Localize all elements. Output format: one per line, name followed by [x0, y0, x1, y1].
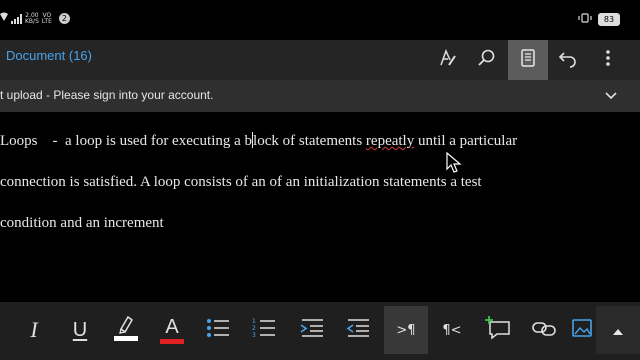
bullet-list-button[interactable] — [198, 306, 238, 354]
search-icon — [477, 48, 497, 72]
left-to-right-button[interactable]: >¶ — [384, 306, 428, 354]
document-line-3[interactable]: condition and an increment — [0, 215, 164, 232]
new-comment-icon — [485, 316, 511, 344]
line-1-text-b: lock of statements — [253, 133, 366, 149]
underline-icon: U — [72, 318, 88, 341]
numbered-list-icon: 123 — [252, 318, 276, 342]
network-speed-unit: KB/S — [25, 17, 39, 25]
picture-icon — [571, 318, 593, 342]
svg-text:2: 2 — [252, 325, 256, 332]
draw-button[interactable] — [428, 40, 468, 80]
more-icon — [605, 49, 611, 71]
svg-text:1: 1 — [252, 318, 256, 325]
undo-button[interactable] — [548, 40, 588, 80]
caret-up-icon — [612, 321, 624, 340]
status-right: 83 — [578, 13, 620, 26]
right-to-left-icon: ¶< — [442, 322, 462, 338]
carrier-label: VO LTE — [41, 12, 52, 25]
draw-icon — [438, 48, 458, 72]
vibrate-icon — [578, 13, 592, 26]
sign-in-notice-text: t upload - Please sign into your account… — [0, 88, 214, 102]
underline-button[interactable]: U — [60, 306, 100, 354]
highlight-color-swatch — [114, 336, 138, 341]
expand-toolbar-button[interactable] — [596, 306, 640, 354]
search-button[interactable] — [467, 40, 507, 80]
increase-indent-button[interactable] — [292, 306, 332, 354]
insert-picture-button[interactable] — [568, 306, 596, 354]
status-bar: 2.00 KB/S VO LTE 2 83 — [0, 0, 640, 40]
reading-view-icon — [519, 48, 537, 72]
reading-view-button[interactable] — [508, 40, 548, 80]
italic-button[interactable]: I — [14, 306, 54, 354]
document-body[interactable]: Loops - a loop is used for executing a b… — [0, 112, 640, 302]
document-toolbar: Document (16) — [0, 40, 640, 80]
increase-indent-icon — [300, 318, 324, 342]
document-line-1[interactable]: Loops - a loop is used for executing a b… — [0, 132, 517, 150]
left-to-right-icon: >¶ — [396, 322, 416, 338]
font-color-swatch — [160, 338, 184, 344]
more-options-button[interactable] — [588, 40, 628, 80]
document-title[interactable]: Document (16) — [6, 48, 92, 63]
bullet-list-icon — [206, 318, 230, 342]
new-comment-button[interactable] — [478, 306, 518, 354]
highlighter-icon — [113, 313, 139, 347]
font-color-letter: A — [165, 315, 179, 338]
font-color-button[interactable]: A — [152, 306, 192, 354]
sign-in-notice-bar: t upload - Please sign into your account… — [0, 80, 640, 112]
italic-icon: I — [30, 317, 38, 342]
notification-count-badge: 2 — [58, 13, 70, 24]
chevron-down-icon[interactable] — [604, 88, 618, 107]
line-1-text-a: Loops - a loop is used for executing a b — [0, 133, 253, 149]
battery-indicator: 83 — [598, 13, 620, 26]
font-color-icon: A — [160, 317, 184, 344]
link-icon — [531, 318, 557, 342]
undo-icon — [558, 48, 578, 72]
formatting-toolbar: I U A 123 >¶ ¶< — [0, 302, 640, 360]
right-to-left-button[interactable]: ¶< — [432, 306, 472, 354]
wifi-icon — [0, 12, 8, 25]
link-button[interactable] — [524, 306, 564, 354]
document-line-2[interactable]: connection is satisfied. A loop consists… — [0, 174, 482, 191]
svg-text:3: 3 — [252, 332, 256, 338]
status-left: 2.00 KB/S VO LTE 2 — [0, 12, 70, 25]
signal-icon — [11, 13, 22, 24]
line-1-text-c: until a particular — [414, 133, 518, 149]
mouse-cursor-icon — [446, 151, 462, 178]
carrier-bottom: LTE — [41, 17, 52, 25]
highlight-button[interactable] — [106, 306, 146, 354]
network-speed: 2.00 KB/S — [25, 12, 39, 25]
numbered-list-button[interactable]: 123 — [244, 306, 284, 354]
decrease-indent-button[interactable] — [338, 306, 378, 354]
decrease-indent-icon — [346, 318, 370, 342]
misspelled-word[interactable]: repeatly — [366, 133, 414, 149]
